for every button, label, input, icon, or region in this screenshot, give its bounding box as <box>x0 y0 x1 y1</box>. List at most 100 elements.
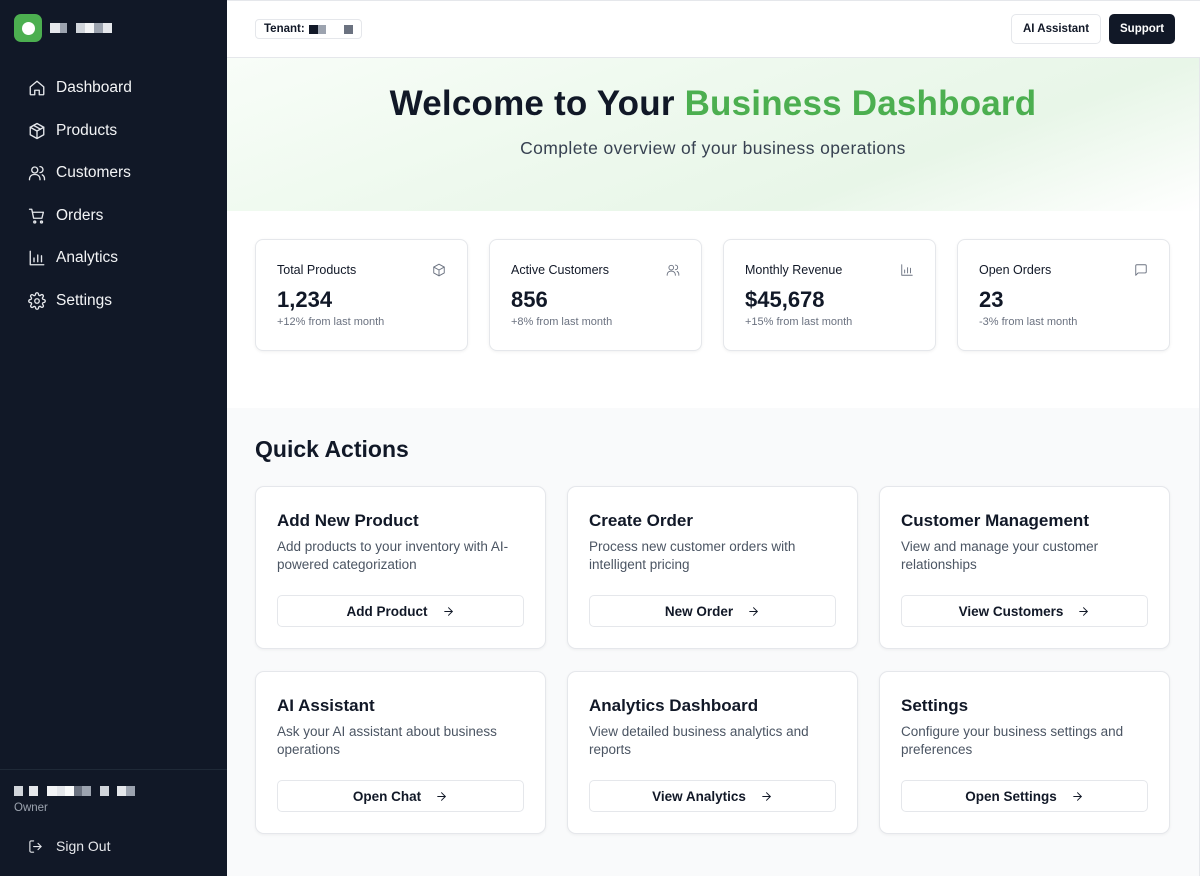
card-description: View detailed business analytics and rep… <box>589 724 809 757</box>
arrow-right-icon <box>443 606 453 616</box>
brand[interactable] <box>14 14 112 42</box>
button-label: Open Settings <box>965 788 1057 804</box>
card-title: AI Assistant <box>277 696 375 715</box>
stat-label: Active Customers <box>511 263 609 277</box>
arrow-right-icon <box>437 791 446 801</box>
stat-value: 856 <box>511 287 548 312</box>
action-card-create-order: Create Order Process new customer orders… <box>567 486 858 649</box>
stat-card-monthly-revenue: Monthly Revenue $45,678 +15% from last m… <box>723 239 936 351</box>
stat-change: -3% from last month <box>979 316 1078 328</box>
sidebar-item-label: Analytics <box>56 249 119 267</box>
stat-change: +8% from last month <box>511 316 613 328</box>
sidebar-item-products[interactable]: Products <box>14 110 214 153</box>
stat-value: 1,234 <box>277 287 333 312</box>
stat-label: Monthly Revenue <box>745 263 843 277</box>
view-analytics-button[interactable]: View Analytics <box>589 780 836 812</box>
button-label: Open Chat <box>352 788 422 804</box>
sidebar-item-label: Customers <box>56 164 131 182</box>
card-description: Configure your business settings and pre… <box>901 724 1124 757</box>
home-icon <box>29 80 45 96</box>
sidebar-item-label: Settings <box>56 291 113 309</box>
action-card-settings: Settings Configure your business setting… <box>879 671 1170 834</box>
action-card-add-product: Add New Product Add products to your inv… <box>255 486 546 649</box>
card-title: Create Order <box>589 511 693 530</box>
stat-change: +15% from last month <box>745 316 853 328</box>
sidebar-item-customers[interactable]: Customers <box>14 152 214 195</box>
users-icon <box>666 264 680 276</box>
arrow-right-icon <box>1072 791 1082 801</box>
title-prefix: Welcome to Your <box>389 84 685 123</box>
sign-out-label: Sign Out <box>56 838 111 854</box>
topbar: Tenant: AI Assistant Support <box>227 1 1200 58</box>
sidebar-item-label: Products <box>56 121 118 139</box>
message-icon <box>1135 264 1147 276</box>
stats-row: Total Products 1,234 +12% from last mont… <box>255 239 1172 352</box>
package-icon <box>433 263 445 277</box>
arrow-right-icon <box>749 606 758 616</box>
tenant-name-redacted <box>308 24 353 34</box>
sidebar-item-dashboard[interactable]: Dashboard <box>14 67 214 110</box>
new-order-button[interactable]: New Order <box>589 595 836 627</box>
sidebar-item-label: Dashboard <box>56 79 132 97</box>
tenant-label: Tenant: <box>264 23 305 35</box>
open-chat-button[interactable]: Open Chat <box>277 780 524 812</box>
add-product-button[interactable]: Add Product <box>277 595 524 627</box>
action-card-customer-management: Customer Management View and manage your… <box>879 486 1170 649</box>
app-logo-icon <box>14 14 42 42</box>
tenant-indicator: Tenant: <box>255 19 362 39</box>
sidebar-item-label: Orders <box>56 206 104 224</box>
open-settings-button[interactable]: Open Settings <box>901 780 1148 812</box>
hero-section: Welcome to Your Business Dashboard Compl… <box>227 58 1199 211</box>
sidebar-item-orders[interactable]: Orders <box>14 195 214 238</box>
card-title: Settings <box>901 696 969 715</box>
stat-card-open-orders: Open Orders 23 -3% from last month <box>957 239 1170 351</box>
main-content: Tenant: AI Assistant Support Welcome to … <box>227 0 1200 876</box>
stat-card-total-products: Total Products 1,234 +12% from last mont… <box>255 239 468 351</box>
card-title: Customer Management <box>901 511 1089 530</box>
sidebar-item-settings[interactable]: Settings <box>14 280 214 323</box>
button-label: View Customers <box>958 603 1064 619</box>
log-out-icon <box>29 839 42 853</box>
page-subtitle: Complete overview of your business opera… <box>520 138 906 158</box>
button-label: View Analytics <box>652 788 746 804</box>
arrow-right-icon <box>1079 606 1089 616</box>
ai-assistant-button[interactable]: AI Assistant <box>1011 14 1102 44</box>
gear-icon <box>28 291 46 310</box>
stat-change: +12% from last month <box>277 316 385 328</box>
quick-actions-section: Quick Actions Add New Product Add produc… <box>227 408 1199 876</box>
section-title: Quick Actions <box>255 436 409 462</box>
brand-name-redacted <box>50 23 112 33</box>
bar-chart-icon <box>901 264 913 276</box>
action-card-ai-assistant: AI Assistant Ask your AI assistant about… <box>255 671 546 834</box>
button-label: Add Product <box>346 603 428 619</box>
stat-label: Open Orders <box>979 263 1052 277</box>
arrow-right-icon <box>762 791 771 801</box>
user-role: Owner <box>14 802 48 814</box>
cart-icon <box>28 208 45 224</box>
sidebar-footer: Owner Sign Out <box>0 769 227 854</box>
stat-value: $45,678 <box>745 287 825 312</box>
support-button[interactable]: Support <box>1109 14 1176 44</box>
sign-out-button[interactable]: Sign Out <box>28 838 110 854</box>
bar-chart-icon <box>29 250 45 266</box>
package-icon <box>29 122 45 139</box>
card-description: View and manage your customer relationsh… <box>901 539 1099 572</box>
sidebar-nav: Dashboard Products Customers Orders Anal… <box>14 67 214 322</box>
card-title: Analytics Dashboard <box>589 696 759 715</box>
card-description: Process new customer orders with intelli… <box>589 539 796 572</box>
card-description: Add products to your inventory with AI-p… <box>277 539 509 572</box>
stat-card-active-customers: Active Customers 856 +8% from last month <box>489 239 702 351</box>
card-description: Ask your AI assistant about business ope… <box>277 724 497 757</box>
button-label: New Order <box>664 603 734 619</box>
sidebar: Dashboard Products Customers Orders Anal… <box>0 0 227 876</box>
view-customers-button[interactable]: View Customers <box>901 595 1148 627</box>
stat-label: Total Products <box>277 263 357 277</box>
page-title: Welcome to Your Business Dashboard <box>227 84 1199 124</box>
sidebar-item-analytics[interactable]: Analytics <box>14 237 214 280</box>
card-title: Add New Product <box>277 511 419 530</box>
stat-value: 23 <box>979 287 1004 312</box>
user-name-redacted <box>14 786 135 796</box>
action-card-analytics-dashboard: Analytics Dashboard View detailed busine… <box>567 671 858 834</box>
title-accent: Business Dashboard <box>684 84 1037 123</box>
users-icon <box>28 166 46 181</box>
